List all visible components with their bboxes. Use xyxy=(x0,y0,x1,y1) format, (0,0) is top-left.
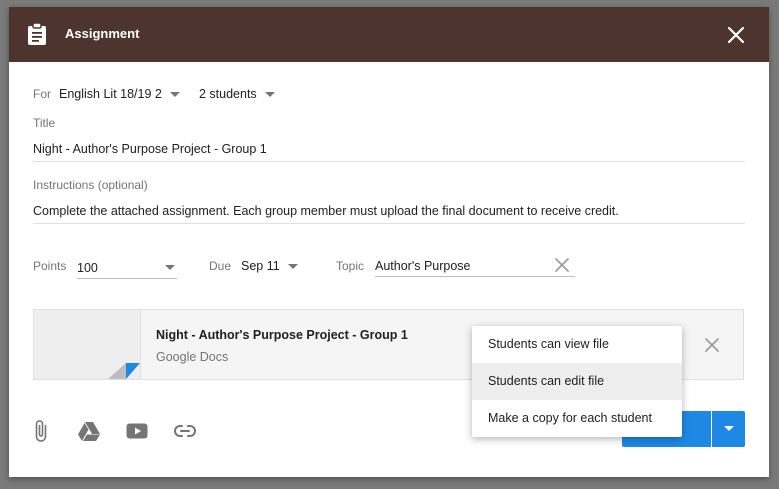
close-icon[interactable] xyxy=(725,24,747,46)
students-dropdown[interactable]: 2 students xyxy=(199,87,275,101)
due-dropdown[interactable]: Sep 11 xyxy=(241,259,298,273)
link-icon[interactable] xyxy=(173,419,197,443)
title-underline xyxy=(33,161,745,162)
google-docs-thumbnail-icon xyxy=(108,363,140,379)
topic-value: Author's Purpose xyxy=(375,259,471,273)
google-drive-icon[interactable] xyxy=(77,419,101,443)
points-underline xyxy=(77,278,177,279)
topic-label: Topic xyxy=(336,259,365,273)
menu-item-copy-per-student[interactable]: Make a copy for each student xyxy=(472,400,682,437)
due-label: Due xyxy=(209,259,232,273)
chevron-down-icon xyxy=(165,265,175,270)
title-input[interactable]: Night - Author's Purpose Project - Group… xyxy=(33,142,267,156)
points-dropdown[interactable]: 100 xyxy=(77,259,177,279)
students-dropdown-value: 2 students xyxy=(199,87,257,101)
class-dropdown-value: English Lit 18/19 2 xyxy=(59,87,162,101)
topic-input[interactable]: Author's Purpose xyxy=(375,257,575,277)
menu-item-view-file[interactable]: Students can view file xyxy=(472,326,682,363)
title-label: Title xyxy=(33,116,56,130)
chevron-down-icon xyxy=(264,92,275,98)
points-label: Points xyxy=(33,259,67,273)
for-label: For xyxy=(33,87,51,101)
chevron-down-icon xyxy=(169,92,180,98)
paperclip-icon[interactable] xyxy=(29,419,53,443)
menu-item-edit-file[interactable]: Students can edit file xyxy=(472,363,682,400)
chevron-down-icon xyxy=(287,264,298,270)
instructions-input[interactable]: Complete the attached assignment. Each g… xyxy=(33,204,619,218)
document-thumbnail xyxy=(34,310,141,379)
clipboard-icon xyxy=(28,23,46,45)
share-options-menu: Students can view file Students can edit… xyxy=(472,326,682,437)
attachment-title: Night - Author's Purpose Project - Group… xyxy=(156,328,408,342)
attachment-type: Google Docs xyxy=(156,350,229,364)
points-value: 100 xyxy=(77,261,98,275)
chevron-down-icon xyxy=(724,426,734,431)
class-dropdown[interactable]: English Lit 18/19 2 xyxy=(59,87,180,101)
youtube-icon[interactable] xyxy=(125,419,149,443)
topic-underline xyxy=(375,276,575,277)
assignment-dialog: Assignment For English Lit 18/19 2 2 stu… xyxy=(9,7,769,477)
instructions-label: Instructions (optional) xyxy=(33,178,148,192)
due-value: Sep 11 xyxy=(241,259,280,273)
remove-attachment-icon[interactable] xyxy=(704,337,720,353)
clear-topic-icon[interactable] xyxy=(554,257,570,273)
dialog-title: Assignment xyxy=(65,26,140,41)
assign-options-button[interactable] xyxy=(712,411,745,447)
instructions-underline xyxy=(33,223,745,224)
dialog-header: Assignment xyxy=(9,7,769,62)
